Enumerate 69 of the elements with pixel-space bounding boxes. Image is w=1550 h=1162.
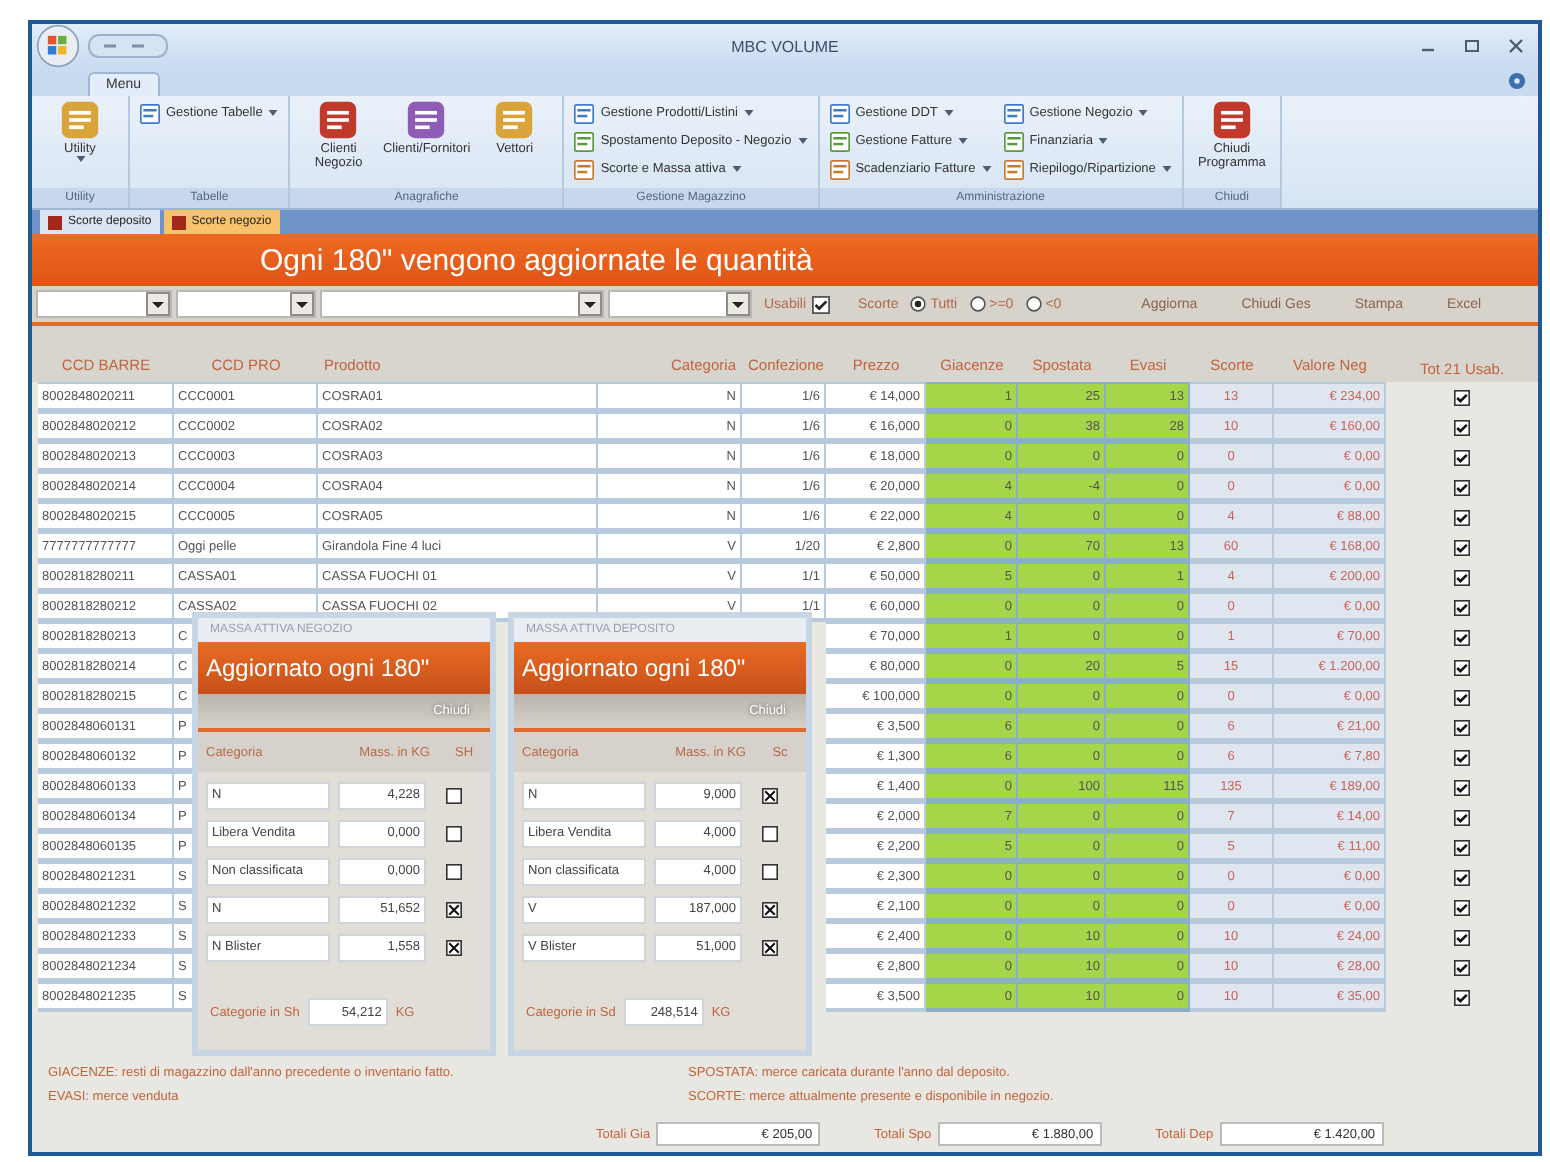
- caret-icon: [743, 110, 754, 116]
- document-icon: [1003, 159, 1024, 179]
- checkbox[interactable]: [1454, 719, 1470, 735]
- caret-icon: [797, 138, 808, 144]
- close-icon[interactable]: [1506, 36, 1526, 56]
- checkbox[interactable]: [1454, 659, 1470, 675]
- tile-icon: [318, 100, 359, 140]
- checkbox[interactable]: [1454, 419, 1470, 435]
- checkbox[interactable]: [1454, 989, 1470, 1005]
- tile-icon: [494, 100, 535, 140]
- checkbox[interactable]: [1454, 509, 1470, 525]
- checkbox[interactable]: [1454, 809, 1470, 825]
- caret-icon: [1138, 110, 1149, 116]
- checkbox[interactable]: [1454, 389, 1470, 405]
- orb-icon[interactable]: [36, 24, 80, 68]
- help-icon[interactable]: [1508, 72, 1526, 90]
- document-icon: [829, 103, 850, 123]
- caret-icon: [958, 138, 969, 144]
- checkbox[interactable]: [762, 939, 778, 955]
- banner-text: Ogni 180" vengono aggiornate le quantità: [260, 243, 813, 277]
- checkbox[interactable]: [1454, 599, 1470, 615]
- document-icon: [829, 159, 850, 179]
- checkbox[interactable]: [1454, 899, 1470, 915]
- checkbox[interactable]: [1454, 479, 1470, 495]
- document-icon: [1003, 103, 1024, 123]
- document-icon: [1003, 131, 1024, 151]
- checkbox[interactable]: [1454, 839, 1470, 855]
- checkbox[interactable]: [446, 901, 462, 917]
- caret-icon: [75, 156, 85, 162]
- checkbox[interactable]: [1454, 779, 1470, 795]
- caret-icon: [1161, 166, 1172, 172]
- checkbox[interactable]: [1454, 629, 1470, 645]
- caret-icon: [731, 166, 742, 172]
- maximize-icon[interactable]: [1462, 36, 1482, 56]
- checkbox[interactable]: [1454, 929, 1470, 945]
- caret-icon: [981, 166, 992, 172]
- checkbox[interactable]: [762, 901, 778, 917]
- checkbox[interactable]: [1454, 449, 1470, 465]
- checkbox[interactable]: [446, 939, 462, 955]
- checkbox[interactable]: [1454, 749, 1470, 765]
- checkbox[interactable]: [812, 295, 831, 313]
- checkbox[interactable]: [1454, 869, 1470, 885]
- checkbox[interactable]: [762, 787, 778, 803]
- checkbox[interactable]: [446, 825, 462, 841]
- caret-icon: [268, 110, 279, 116]
- document-icon: [574, 103, 595, 123]
- tile-icon: [406, 100, 447, 140]
- checkbox[interactable]: [446, 787, 462, 803]
- checkbox[interactable]: [1454, 569, 1470, 585]
- caret-icon: [943, 110, 954, 116]
- checkbox[interactable]: [762, 825, 778, 841]
- quick-access-icon[interactable]: [88, 34, 168, 58]
- document-icon: [829, 131, 850, 151]
- tile-icon: [1211, 100, 1252, 140]
- document-icon: [574, 131, 595, 151]
- form-icon: [48, 215, 62, 229]
- checkbox[interactable]: [1454, 539, 1470, 555]
- checkbox[interactable]: [1454, 689, 1470, 705]
- form-icon: [171, 215, 186, 229]
- caret-icon: [1098, 138, 1109, 144]
- panel-heading: Aggiornato ogni 180": [514, 642, 806, 694]
- window-title: MBC VOLUME: [729, 37, 841, 55]
- checkbox[interactable]: [1454, 959, 1470, 975]
- checkbox[interactable]: [762, 863, 778, 879]
- tile-icon: [60, 100, 100, 140]
- document-icon: [574, 159, 595, 179]
- panel-heading: Aggiornato ogni 180": [198, 642, 490, 694]
- document-icon: [140, 103, 160, 123]
- checkbox[interactable]: [446, 863, 462, 879]
